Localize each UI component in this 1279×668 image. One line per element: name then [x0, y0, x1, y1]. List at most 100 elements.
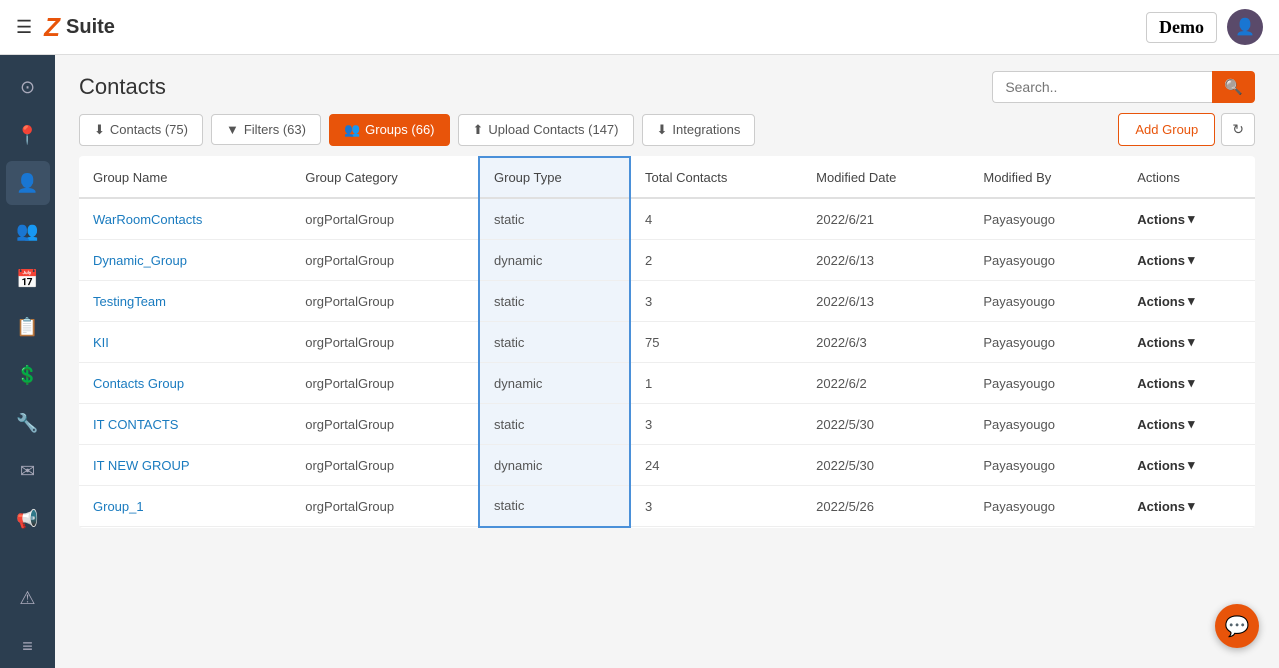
- sidebar-item-reports[interactable]: 📋: [6, 305, 50, 349]
- add-group-button[interactable]: Add Group: [1118, 113, 1215, 146]
- cell-actions: Actions ▾: [1123, 240, 1255, 281]
- contacts-icon: ⬇: [94, 122, 105, 138]
- group-name-link[interactable]: Dynamic_Group: [93, 253, 187, 268]
- filters-tab[interactable]: ▼ Filters (63): [211, 114, 321, 145]
- cell-modified-date: 2022/5/30: [802, 445, 969, 486]
- avatar[interactable]: 👤: [1227, 9, 1263, 45]
- col-modified-date: Modified Date: [802, 157, 969, 198]
- topbar: ☰ Z Suite Demo 👤: [0, 0, 1279, 55]
- actions-button[interactable]: Actions ▾: [1137, 252, 1194, 268]
- cell-total-contacts: 1: [630, 363, 802, 404]
- search-input[interactable]: [992, 71, 1212, 103]
- cell-modified-date: 2022/6/3: [802, 322, 969, 363]
- cell-group-name: TestingTeam: [79, 281, 291, 322]
- sidebar-item-groups[interactable]: 👥: [6, 209, 50, 253]
- cell-modified-by: Payasyougo: [969, 445, 1123, 486]
- cell-actions: Actions ▾: [1123, 363, 1255, 404]
- integrations-label: Integrations: [672, 122, 740, 137]
- cell-group-category: orgPortalGroup: [291, 281, 479, 322]
- integrations-tab[interactable]: ⬇ Integrations: [642, 114, 756, 146]
- actions-button[interactable]: Actions ▾: [1137, 334, 1194, 350]
- sidebar-item-calendar[interactable]: 📅: [6, 257, 50, 301]
- cell-group-name: IT NEW GROUP: [79, 445, 291, 486]
- cell-group-type: dynamic: [479, 445, 630, 486]
- sidebar-item-broadcast[interactable]: 📢: [6, 497, 50, 541]
- table-header-row: Group Name Group Category Group Type Tot…: [79, 157, 1255, 198]
- main-layout: ⊙ 📍 👤 👥 📅 📋 💲 🔧 ✉ 📢 ⚠ ≡ Contacts 🔍 ⬇ Con…: [0, 55, 1279, 668]
- group-name-link[interactable]: TestingTeam: [93, 294, 166, 309]
- col-group-name: Group Name: [79, 157, 291, 198]
- sidebar-item-contacts[interactable]: 👤: [6, 161, 50, 205]
- cell-group-name: KII: [79, 322, 291, 363]
- cell-modified-by: Payasyougo: [969, 322, 1123, 363]
- cell-modified-by: Payasyougo: [969, 486, 1123, 527]
- cell-group-category: orgPortalGroup: [291, 486, 479, 527]
- group-name-link[interactable]: Contacts Group: [93, 376, 184, 391]
- actions-button[interactable]: Actions ▾: [1137, 211, 1194, 227]
- upload-icon: ⬆: [473, 122, 484, 138]
- table-row: Dynamic_Group orgPortalGroup dynamic 2 2…: [79, 240, 1255, 281]
- cell-group-category: orgPortalGroup: [291, 363, 479, 404]
- chat-bubble[interactable]: 💬: [1215, 604, 1259, 648]
- actions-button[interactable]: Actions ▾: [1137, 457, 1194, 473]
- refresh-button[interactable]: ↻: [1221, 113, 1255, 146]
- cell-group-name: IT CONTACTS: [79, 404, 291, 445]
- table-row: TestingTeam orgPortalGroup static 3 2022…: [79, 281, 1255, 322]
- cell-actions: Actions ▾: [1123, 322, 1255, 363]
- cell-total-contacts: 3: [630, 281, 802, 322]
- col-group-type: Group Type: [479, 157, 630, 198]
- cell-group-category: orgPortalGroup: [291, 322, 479, 363]
- cell-group-category: orgPortalGroup: [291, 198, 479, 240]
- col-modified-by: Modified By: [969, 157, 1123, 198]
- groups-icon: 👥: [344, 122, 360, 138]
- actions-button[interactable]: Actions ▾: [1137, 293, 1194, 309]
- sidebar-item-alerts[interactable]: ⚠: [6, 576, 50, 620]
- cell-total-contacts: 2: [630, 240, 802, 281]
- content-area: Contacts 🔍 ⬇ Contacts (75) ▼ Filters (63…: [55, 55, 1279, 668]
- search-button[interactable]: 🔍: [1212, 71, 1255, 103]
- col-group-category: Group Category: [291, 157, 479, 198]
- sidebar: ⊙ 📍 👤 👥 📅 📋 💲 🔧 ✉ 📢 ⚠ ≡: [0, 55, 55, 668]
- cell-modified-date: 2022/5/26: [802, 486, 969, 527]
- upload-tab[interactable]: ⬆ Upload Contacts (147): [458, 114, 634, 146]
- sidebar-item-menu[interactable]: ≡: [6, 624, 50, 668]
- topbar-right: Demo 👤: [1146, 9, 1263, 45]
- cell-actions: Actions ▾: [1123, 486, 1255, 527]
- filter-icon: ▼: [226, 122, 239, 137]
- sidebar-item-dashboard[interactable]: ⊙: [6, 65, 50, 109]
- actions-button[interactable]: Actions ▾: [1137, 498, 1194, 514]
- sidebar-item-tools[interactable]: 🔧: [6, 401, 50, 445]
- group-name-link[interactable]: IT CONTACTS: [93, 417, 178, 432]
- cell-group-type: static: [479, 281, 630, 322]
- table-row: Contacts Group orgPortalGroup dynamic 1 …: [79, 363, 1255, 404]
- group-name-link[interactable]: IT NEW GROUP: [93, 458, 190, 473]
- table-row: WarRoomContacts orgPortalGroup static 4 …: [79, 198, 1255, 240]
- cell-total-contacts: 3: [630, 486, 802, 527]
- groups-tab[interactable]: 👥 Groups (66): [329, 114, 450, 146]
- cell-modified-date: 2022/5/30: [802, 404, 969, 445]
- cell-modified-by: Payasyougo: [969, 281, 1123, 322]
- logo-z-icon: Z: [44, 12, 60, 43]
- sidebar-item-mail[interactable]: ✉: [6, 449, 50, 493]
- sidebar-item-billing[interactable]: 💲: [6, 353, 50, 397]
- cell-total-contacts: 4: [630, 198, 802, 240]
- group-name-link[interactable]: Group_1: [93, 499, 144, 514]
- cell-modified-date: 2022/6/21: [802, 198, 969, 240]
- col-total-contacts: Total Contacts: [630, 157, 802, 198]
- contacts-tab[interactable]: ⬇ Contacts (75): [79, 114, 203, 146]
- sidebar-item-location[interactable]: 📍: [6, 113, 50, 157]
- cell-group-type: static: [479, 322, 630, 363]
- integrations-icon: ⬇: [657, 122, 668, 138]
- actions-button[interactable]: Actions ▾: [1137, 375, 1194, 391]
- cell-modified-date: 2022/6/2: [802, 363, 969, 404]
- page-title: Contacts: [79, 74, 166, 100]
- cell-group-category: orgPortalGroup: [291, 404, 479, 445]
- cell-group-type: dynamic: [479, 240, 630, 281]
- cell-total-contacts: 75: [630, 322, 802, 363]
- cell-actions: Actions ▾: [1123, 281, 1255, 322]
- cell-group-name: Group_1: [79, 486, 291, 527]
- actions-button[interactable]: Actions ▾: [1137, 416, 1194, 432]
- group-name-link[interactable]: WarRoomContacts: [93, 212, 202, 227]
- group-name-link[interactable]: KII: [93, 335, 109, 350]
- hamburger-icon[interactable]: ☰: [16, 17, 32, 38]
